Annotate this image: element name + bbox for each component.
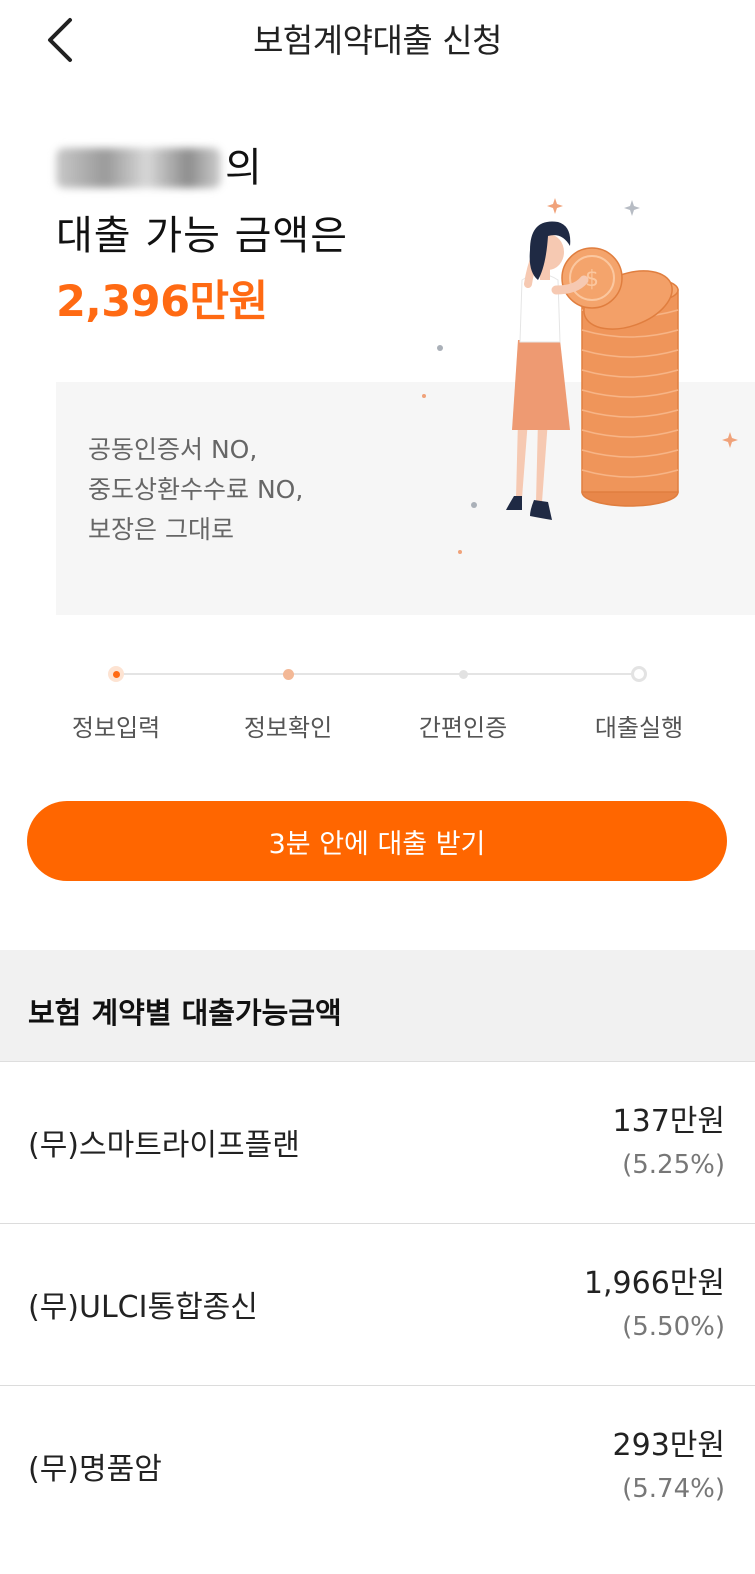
- page-title: 보험계약대출 신청: [253, 21, 502, 60]
- contract-name: (무)ULCI통합종신: [28, 1290, 258, 1325]
- contract-rate: (5.50%): [622, 1312, 725, 1342]
- loan-available-amount: 2,396만원: [56, 277, 268, 327]
- contract-name: (무)명품암: [28, 1452, 162, 1487]
- step-indicator-final: [629, 664, 649, 684]
- stepper-line: [116, 673, 640, 675]
- promo-text: 공동인증서 NO, 중도상환수수료 NO, 보장은 그대로: [88, 430, 303, 550]
- step-label: 간편인증: [418, 714, 508, 742]
- contract-row[interactable]: (무)ULCI통합종신 1,966만원 (5.50%): [0, 1224, 755, 1386]
- contract-name: (무)스마트라이프플랜: [28, 1128, 300, 1163]
- top-app-bar: 보험계약대출 신청: [0, 0, 755, 80]
- step-label: 정보확인: [243, 714, 333, 742]
- contract-row[interactable]: (무)명품암 293만원 (5.74%): [0, 1386, 755, 1548]
- contract-row[interactable]: (무)스마트라이프플랜 137만원 (5.25%): [0, 1062, 755, 1224]
- contract-rate: (5.25%): [622, 1150, 725, 1180]
- get-loan-button[interactable]: 3분 안에 대출 받기: [27, 801, 727, 881]
- progress-stepper: 정보입력 정보확인 간편인증 대출실행: [0, 650, 755, 750]
- contract-amount: 1,966만원: [583, 1266, 725, 1301]
- woman-with-coins-illustration: $: [422, 198, 738, 554]
- step-indicator-pending: [453, 664, 473, 684]
- promo-line: 공동인증서 NO,: [88, 435, 258, 464]
- step-label: 정보입력: [71, 714, 161, 742]
- step-label: 대출실행: [594, 714, 684, 742]
- contracts-section-header: 보험 계약별 대출가능금액: [0, 950, 755, 1062]
- name-suffix: 의: [225, 145, 262, 191]
- loan-application-screen: 보험계약대출 신청 의 대출 가능 금액은 2,396만원 공동인증서 NO, …: [0, 0, 755, 1574]
- customer-name-row: 의: [56, 142, 262, 194]
- contract-amount: 137만원: [612, 1104, 725, 1139]
- step-indicator-next: [278, 664, 298, 684]
- blurred-customer-name: [56, 148, 221, 188]
- contract-amount: 293만원: [612, 1428, 725, 1463]
- step-indicator-current: [106, 664, 126, 684]
- promo-line: 보장은 그대로: [88, 515, 234, 544]
- promo-line: 중도상환수수료 NO,: [88, 475, 304, 504]
- loan-available-heading: 대출 가능 금액은: [56, 213, 349, 259]
- contract-rate: (5.74%): [622, 1474, 725, 1504]
- section-title: 보험 계약별 대출가능금액: [28, 996, 342, 1030]
